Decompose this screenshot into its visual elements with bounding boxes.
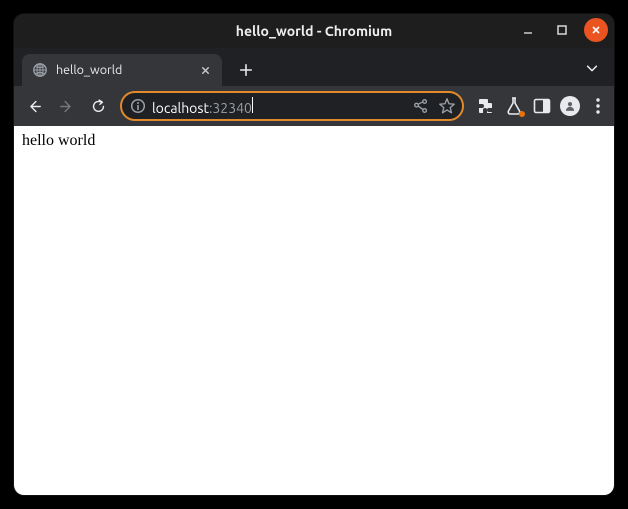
nav-forward-button[interactable] <box>52 92 80 120</box>
url-host: localhost <box>152 100 209 116</box>
bookmark-star-icon[interactable] <box>438 97 456 115</box>
browser-menu-icon[interactable] <box>588 96 608 116</box>
browser-window: hello_world - Chromium hello_world <box>14 14 614 495</box>
toolbar-icons <box>476 96 608 116</box>
extensions-icon[interactable] <box>476 96 496 116</box>
profile-avatar[interactable] <box>560 96 580 116</box>
experiments-icon[interactable] <box>504 96 524 116</box>
omnibox-actions <box>412 97 456 115</box>
window-titlebar: hello_world - Chromium <box>14 14 614 48</box>
url-port: :32340 <box>209 100 252 116</box>
page-viewport[interactable]: hello world <box>14 126 614 495</box>
browser-toolbar: localhost:32340 <box>14 86 614 126</box>
window-minimize-button[interactable] <box>516 18 540 42</box>
text-cursor <box>252 97 253 113</box>
window-maximize-button[interactable] <box>550 18 574 42</box>
new-tab-button[interactable] <box>232 56 260 84</box>
window-controls <box>516 18 608 42</box>
globe-icon <box>32 62 48 78</box>
side-panel-icon[interactable] <box>532 96 552 116</box>
url-text: localhost:32340 <box>152 97 406 116</box>
nav-back-button[interactable] <box>20 92 48 120</box>
tab-close-button[interactable] <box>196 61 214 79</box>
tab-strip: hello_world <box>14 48 614 86</box>
share-icon[interactable] <box>412 97 430 115</box>
window-close-button[interactable] <box>584 18 608 42</box>
tab-list-button[interactable] <box>582 58 602 78</box>
address-bar[interactable]: localhost:32340 <box>120 91 464 121</box>
site-info-icon[interactable] <box>130 98 146 114</box>
browser-tab[interactable]: hello_world <box>22 54 222 86</box>
notification-dot-icon <box>519 111 525 117</box>
tab-title: hello_world <box>56 63 190 77</box>
page-body-text: hello world <box>22 132 95 149</box>
nav-reload-button[interactable] <box>84 92 112 120</box>
window-title: hello_world - Chromium <box>236 23 392 39</box>
